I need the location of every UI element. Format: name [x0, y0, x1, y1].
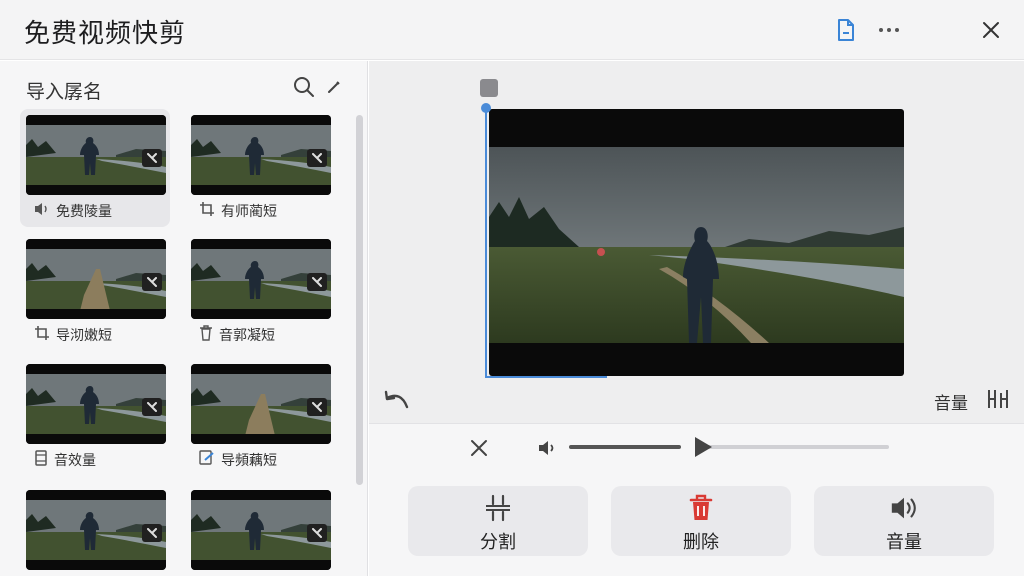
clip-item[interactable]: 免费陵量 — [20, 109, 170, 227]
clip-label: 音郭凝短 — [219, 328, 275, 344]
cancel-icon[interactable] — [467, 436, 491, 460]
search-icon[interactable] — [290, 73, 318, 101]
volume-label[interactable]: 音量 — [934, 389, 968, 414]
preview-area: 音量 — [369, 61, 1024, 423]
video-frame — [489, 147, 904, 343]
clip-label-row: 导沏嫩短 — [34, 325, 112, 345]
clip-item[interactable]: 导頻藕短 — [185, 358, 335, 476]
close-window-icon[interactable] — [977, 16, 1005, 44]
clip-thumbnail — [26, 115, 166, 195]
volume-button-label: 音量 — [886, 532, 922, 553]
delete-label: 删除 — [683, 532, 719, 553]
clip-item[interactable] — [185, 484, 335, 576]
clip-label: 导沏嫩短 — [56, 328, 112, 344]
delete-button[interactable]: 删除 — [611, 486, 791, 556]
clip-thumbnail — [26, 239, 166, 319]
more-icon[interactable] — [875, 16, 903, 44]
transition-icon[interactable] — [142, 273, 162, 291]
clip-item[interactable]: 音效量 — [20, 358, 170, 476]
trash-icon — [199, 325, 213, 345]
clip-label-row: 音效量 — [34, 450, 96, 470]
clip-label-row: 免费陵量 — [34, 201, 112, 221]
transition-icon[interactable] — [142, 524, 162, 542]
transition-icon[interactable] — [142, 398, 162, 416]
volume-icon — [537, 439, 559, 457]
transition-icon[interactable] — [307, 149, 327, 167]
speaker-icon — [34, 202, 50, 220]
transition-icon[interactable] — [142, 149, 162, 167]
clip-thumbnail — [191, 490, 331, 570]
clip-label-row: 音郭凝短 — [199, 325, 275, 345]
clip-thumbnail — [191, 115, 331, 195]
playhead-handle[interactable] — [481, 103, 491, 113]
timeline-progress — [485, 376, 607, 378]
sidebar-title: 导入孱名 — [26, 81, 103, 103]
clip-label-row: 导頻藕短 — [199, 450, 277, 470]
clip-item[interactable]: 音郭凝短 — [185, 233, 335, 351]
timeline-playhead[interactable] — [485, 107, 487, 377]
grid-icon[interactable] — [986, 387, 1010, 411]
crop-icon — [199, 201, 215, 221]
title-bar: 免费视频快剪 — [0, 0, 1024, 60]
image-icon[interactable] — [480, 79, 498, 97]
trash-icon — [686, 494, 716, 522]
clip-label-row: 有师蔺短 — [199, 201, 277, 221]
clip-label: 免费陵量 — [56, 204, 112, 220]
control-bar: 分割 删除 音量 — [369, 423, 1024, 576]
clip-label: 有师蔺短 — [221, 204, 277, 220]
sidebar-scrollbar[interactable] — [356, 115, 363, 485]
split-button[interactable]: 分割 — [408, 486, 588, 556]
clip-item[interactable] — [20, 484, 170, 576]
media-sidebar: 导入孱名 免费陵量 有师蔺短导沏嫩短 音郭凝短音效量 导頻藕短 — [0, 61, 368, 576]
speaker-icon — [889, 494, 919, 522]
volume-slider-track[interactable] — [703, 445, 889, 449]
split-label: 分割 — [480, 532, 516, 553]
split-icon — [483, 494, 513, 522]
transition-icon[interactable] — [307, 273, 327, 291]
clip-thumbnail — [26, 490, 166, 570]
volume-slider-filled[interactable] — [569, 445, 681, 449]
app-title: 免费视频快剪 — [24, 19, 187, 49]
document-icon[interactable] — [832, 16, 860, 44]
volume-slider-knob[interactable] — [691, 434, 715, 460]
transition-icon[interactable] — [307, 398, 327, 416]
volume-button[interactable]: 音量 — [814, 486, 994, 556]
clip-thumbnail — [191, 239, 331, 319]
undo-icon[interactable] — [383, 389, 411, 413]
edit-icon — [199, 450, 215, 470]
clip-label: 音效量 — [54, 453, 96, 469]
clip-thumbnail — [26, 364, 166, 444]
video-preview[interactable] — [489, 109, 904, 376]
pencil-icon[interactable] — [320, 73, 348, 101]
clip-thumbnail — [191, 364, 331, 444]
transition-icon[interactable] — [307, 524, 327, 542]
crop-icon — [34, 325, 50, 345]
clip-label: 导頻藕短 — [221, 453, 277, 469]
clip-icon — [34, 450, 48, 470]
clip-item[interactable]: 导沏嫩短 — [20, 233, 170, 351]
clip-item[interactable]: 有师蔺短 — [185, 109, 335, 227]
